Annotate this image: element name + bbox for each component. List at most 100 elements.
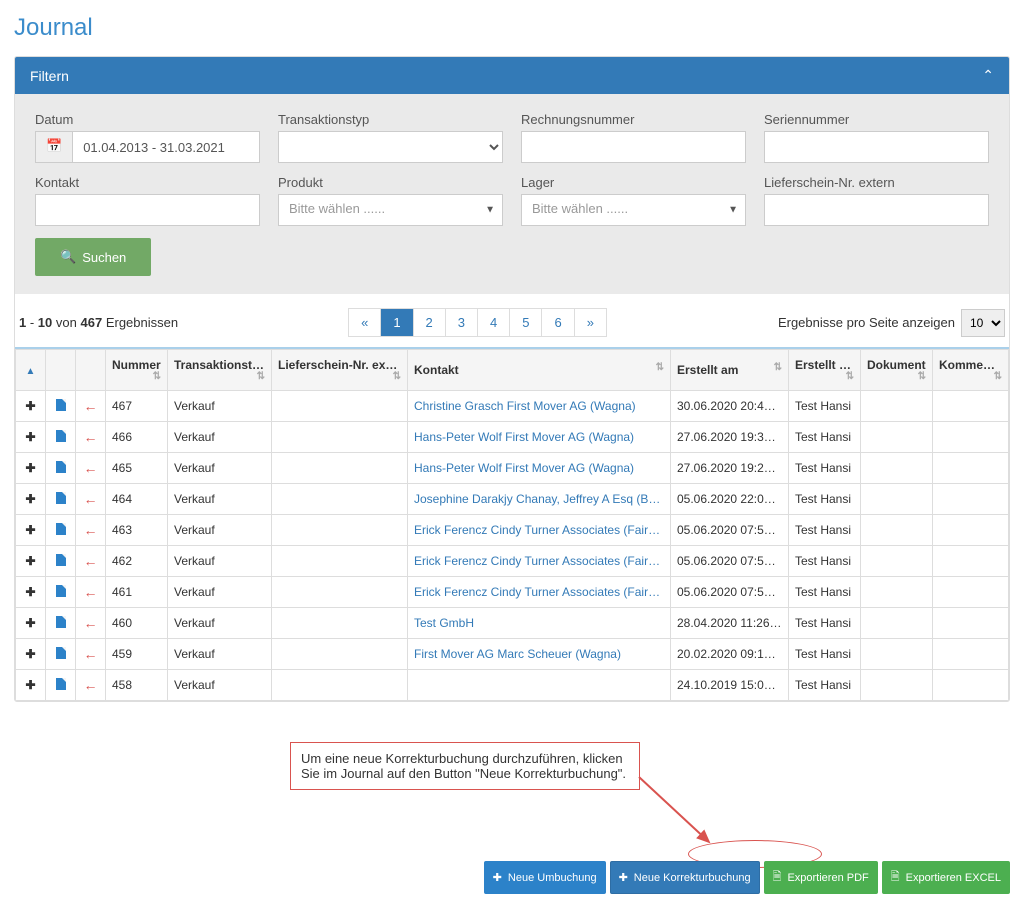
column-header[interactable] [46, 350, 76, 391]
cell-dokument [861, 670, 933, 701]
cell-dokument [861, 484, 933, 515]
document-icon[interactable] [56, 678, 66, 690]
column-header[interactable]: ▲ [16, 350, 46, 391]
product-select[interactable]: Bitte wählen ...... [278, 194, 503, 226]
column-header[interactable]: Kontakt⇅ [408, 350, 671, 391]
document-icon[interactable] [56, 585, 66, 597]
cell-nummer: 459 [106, 639, 168, 670]
cell-ext [272, 391, 408, 422]
cell-kontakt[interactable]: Erick Ferencz Cindy Turner Associates (F… [408, 515, 671, 546]
plus-icon: ✚ [493, 871, 502, 884]
expand-icon[interactable]: ✚ [24, 678, 38, 692]
export-pdf-button[interactable]: 🗎 Exportieren PDF [764, 861, 878, 894]
export-excel-button[interactable]: 🗎 Exportieren EXCEL [882, 861, 1010, 894]
cell-kontakt[interactable]: Hans-Peter Wolf First Mover AG (Wagna) [408, 422, 671, 453]
expand-icon[interactable]: ✚ [24, 430, 38, 444]
page-link[interactable]: » [575, 309, 606, 336]
chevron-up-icon[interactable]: ⌃ [982, 67, 994, 84]
perpage-select[interactable]: 10 [961, 309, 1005, 337]
column-header[interactable]: Erstellt am⇅ [671, 350, 789, 391]
filter-heading[interactable]: Filtern ⌃ [15, 57, 1009, 94]
warehouse-select[interactable]: Bitte wählen ...... [521, 194, 746, 226]
cell-kontakt[interactable]: Erick Ferencz Cindy Turner Associates (F… [408, 546, 671, 577]
date-input[interactable] [72, 131, 260, 163]
arrow-left-icon[interactable]: ← [84, 522, 98, 538]
cell-nummer: 462 [106, 546, 168, 577]
arrow-left-icon[interactable]: ← [84, 646, 98, 662]
cell-kommentar [933, 546, 1009, 577]
expand-icon[interactable]: ✚ [24, 647, 38, 661]
expand-icon[interactable]: ✚ [24, 523, 38, 537]
cell-kontakt[interactable]: Hans-Peter Wolf First Mover AG (Wagna) [408, 453, 671, 484]
contact-input[interactable] [35, 194, 260, 226]
cell-kontakt[interactable] [408, 670, 671, 701]
column-header[interactable]: Dokument⇅ [861, 350, 933, 391]
column-header[interactable]: Lieferschein-Nr. extern⇅ [272, 350, 408, 391]
cell-erstellt-am: 27.06.2020 19:33:19 [671, 422, 789, 453]
new-rebooking-button[interactable]: ✚ Neue Umbuchung [484, 861, 606, 894]
expand-icon[interactable]: ✚ [24, 461, 38, 475]
arrow-left-icon[interactable]: ← [84, 677, 98, 693]
arrow-left-icon[interactable]: ← [84, 615, 98, 631]
plus-icon: ✚ [619, 871, 628, 884]
expand-icon[interactable]: ✚ [24, 399, 38, 413]
expand-icon[interactable]: ✚ [24, 616, 38, 630]
column-header[interactable]: Nummer⇅ [106, 350, 168, 391]
document-icon[interactable] [56, 616, 66, 628]
page-link[interactable]: 2 [414, 309, 445, 336]
cell-kontakt[interactable]: First Mover AG Marc Scheuer (Wagna) [408, 639, 671, 670]
arrow-left-icon[interactable]: ← [84, 429, 98, 445]
document-icon[interactable] [56, 399, 66, 411]
transaction-type-select[interactable] [278, 131, 503, 163]
document-icon[interactable] [56, 461, 66, 473]
page-link[interactable]: 1 [381, 309, 412, 336]
cell-kontakt[interactable]: Test GmbH [408, 608, 671, 639]
arrow-left-icon[interactable]: ← [84, 584, 98, 600]
page-link[interactable]: 3 [446, 309, 477, 336]
document-icon[interactable] [56, 492, 66, 504]
page-link[interactable]: 4 [478, 309, 509, 336]
new-correction-button[interactable]: ✚ Neue Korrekturbuchung [610, 861, 760, 894]
invoice-no-label: Rechnungsnummer [521, 112, 746, 127]
page-link[interactable]: « [349, 309, 380, 336]
serial-no-label: Seriennummer [764, 112, 989, 127]
cell-kontakt[interactable]: Christine Grasch First Mover AG (Wagna) [408, 391, 671, 422]
cell-kontakt[interactable]: Josephine Darakjy Chanay, Jeffrey A Esq … [408, 484, 671, 515]
column-header[interactable]: Erstellt von⇅ [789, 350, 861, 391]
cell-typ: Verkauf [168, 546, 272, 577]
page-link[interactable]: 6 [542, 309, 573, 336]
cell-erstellt-am: 27.06.2020 19:28:23 [671, 453, 789, 484]
expand-icon[interactable]: ✚ [24, 554, 38, 568]
document-icon[interactable] [56, 554, 66, 566]
ext-delivery-input[interactable] [764, 194, 989, 226]
search-button-label: Suchen [82, 250, 126, 265]
arrow-left-icon[interactable]: ← [84, 553, 98, 569]
expand-icon[interactable]: ✚ [24, 585, 38, 599]
column-header[interactable] [76, 350, 106, 391]
cell-erstellt-von: Test Hansi [789, 577, 861, 608]
serial-no-input[interactable] [764, 131, 989, 163]
cell-ext [272, 546, 408, 577]
calendar-icon[interactable]: 📅 [35, 131, 72, 163]
table-row: ✚←467VerkaufChristine Grasch First Mover… [16, 391, 1009, 422]
table-row: ✚←458Verkauf24.10.2019 15:05:54Test Hans… [16, 670, 1009, 701]
annotation-text: Um eine neue Korrekturbuchung durchzufüh… [290, 742, 640, 790]
cell-ext [272, 453, 408, 484]
search-button[interactable]: 🔍 Suchen [35, 238, 151, 276]
column-header[interactable]: Transaktionstyp⇅ [168, 350, 272, 391]
document-icon[interactable] [56, 647, 66, 659]
arrow-left-icon[interactable]: ← [84, 460, 98, 476]
page-link[interactable]: 5 [510, 309, 541, 336]
cell-kontakt[interactable]: Erick Ferencz Cindy Turner Associates (F… [408, 577, 671, 608]
expand-icon[interactable]: ✚ [24, 492, 38, 506]
journal-table: ▲ Nummer⇅Transaktionstyp⇅Lieferschein-Nr.… [15, 349, 1009, 701]
document-icon[interactable] [56, 430, 66, 442]
arrow-left-icon[interactable]: ← [84, 491, 98, 507]
arrow-left-icon[interactable]: ← [84, 398, 98, 414]
column-header[interactable]: Kommentar⇅ [933, 350, 1009, 391]
document-icon[interactable] [56, 523, 66, 535]
table-row: ✚←466VerkaufHans-Peter Wolf First Mover … [16, 422, 1009, 453]
contact-label: Kontakt [35, 175, 260, 190]
product-label: Produkt [278, 175, 503, 190]
invoice-no-input[interactable] [521, 131, 746, 163]
